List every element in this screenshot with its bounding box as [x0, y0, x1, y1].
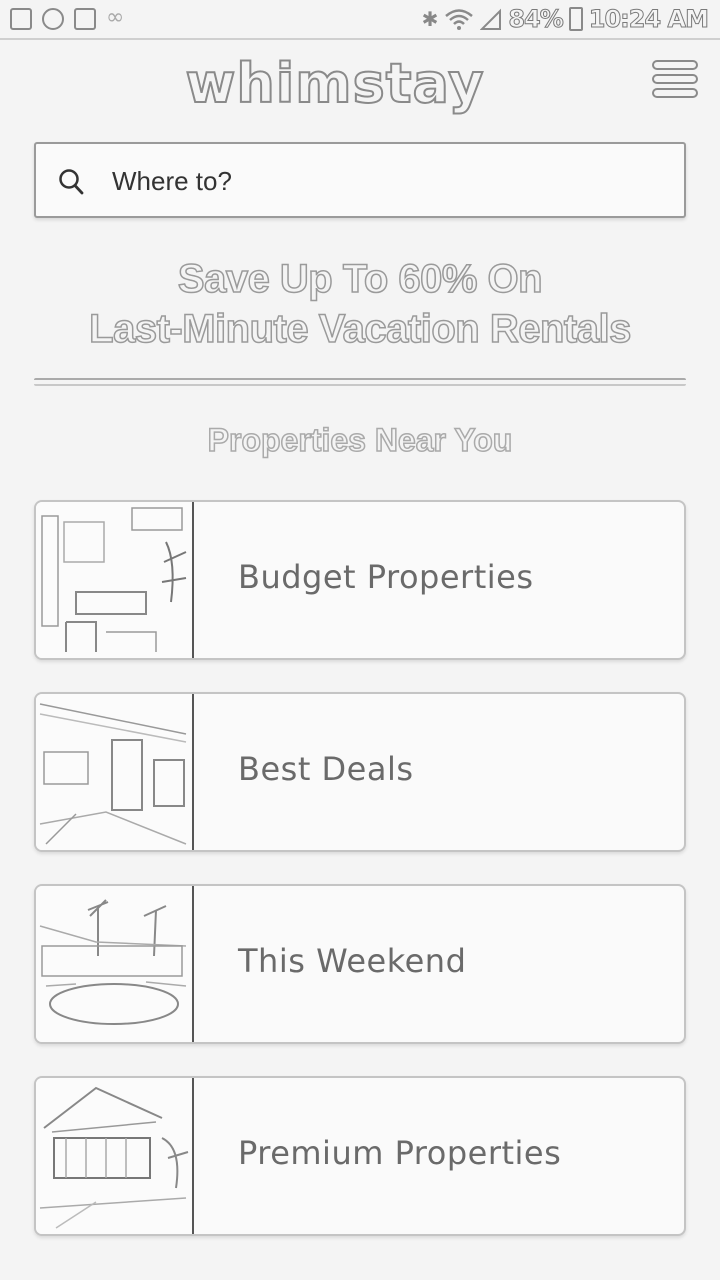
hero-headline: Save Up To 60% On Last-Minute Vacation R…	[0, 254, 720, 354]
category-card-best-deals[interactable]: Best Deals	[34, 692, 686, 852]
pinwheel-icon	[42, 8, 64, 30]
battery-icon	[568, 7, 583, 31]
category-label: Budget Properties	[238, 558, 534, 596]
menu-bar	[652, 88, 698, 98]
category-label: This Weekend	[238, 942, 467, 980]
category-card-this-weekend[interactable]: This Weekend	[34, 884, 686, 1044]
notification-icons: ∞	[10, 5, 132, 30]
app-header: whimstay	[0, 42, 720, 128]
voicemail-icon: ∞	[106, 5, 125, 30]
category-label: Premium Properties	[238, 1134, 562, 1172]
divider	[34, 378, 686, 386]
resort-pool-image	[36, 886, 194, 1042]
house-exterior-image	[36, 1078, 194, 1234]
clock: 10:24 AM	[588, 5, 709, 34]
search-input[interactable]: Where to?	[34, 142, 686, 218]
search-placeholder: Where to?	[112, 166, 232, 196]
bluetooth-icon: ✱	[421, 7, 439, 31]
search-icon	[59, 169, 84, 195]
hero-line-1: Save Up To 60% On	[177, 256, 543, 302]
hero-line-2: Last-Minute Vacation Rentals	[88, 306, 632, 352]
category-card-budget-properties[interactable]: Budget Properties	[34, 500, 686, 660]
wifi-icon	[445, 9, 474, 30]
system-icons: ✱ 84% 10:24 AM	[421, 5, 710, 34]
check-icon	[74, 8, 96, 30]
menu-bar	[652, 60, 698, 70]
category-card-premium-properties[interactable]: Premium Properties	[34, 1076, 686, 1236]
menu-bar	[652, 74, 698, 84]
battery-percent: 84%	[508, 5, 564, 34]
living-room-image	[36, 502, 194, 658]
category-label: Best Deals	[238, 750, 414, 788]
section-title: Properties Near You	[207, 421, 513, 459]
interior-image	[36, 694, 194, 850]
gallery-icon	[10, 8, 32, 30]
status-bar: ∞ ✱ 84% 10:24 AM	[0, 0, 720, 40]
signal-icon	[480, 8, 502, 30]
whimstay-logo[interactable]: whimstay	[0, 51, 670, 116]
hamburger-menu-button[interactable]	[652, 60, 698, 104]
